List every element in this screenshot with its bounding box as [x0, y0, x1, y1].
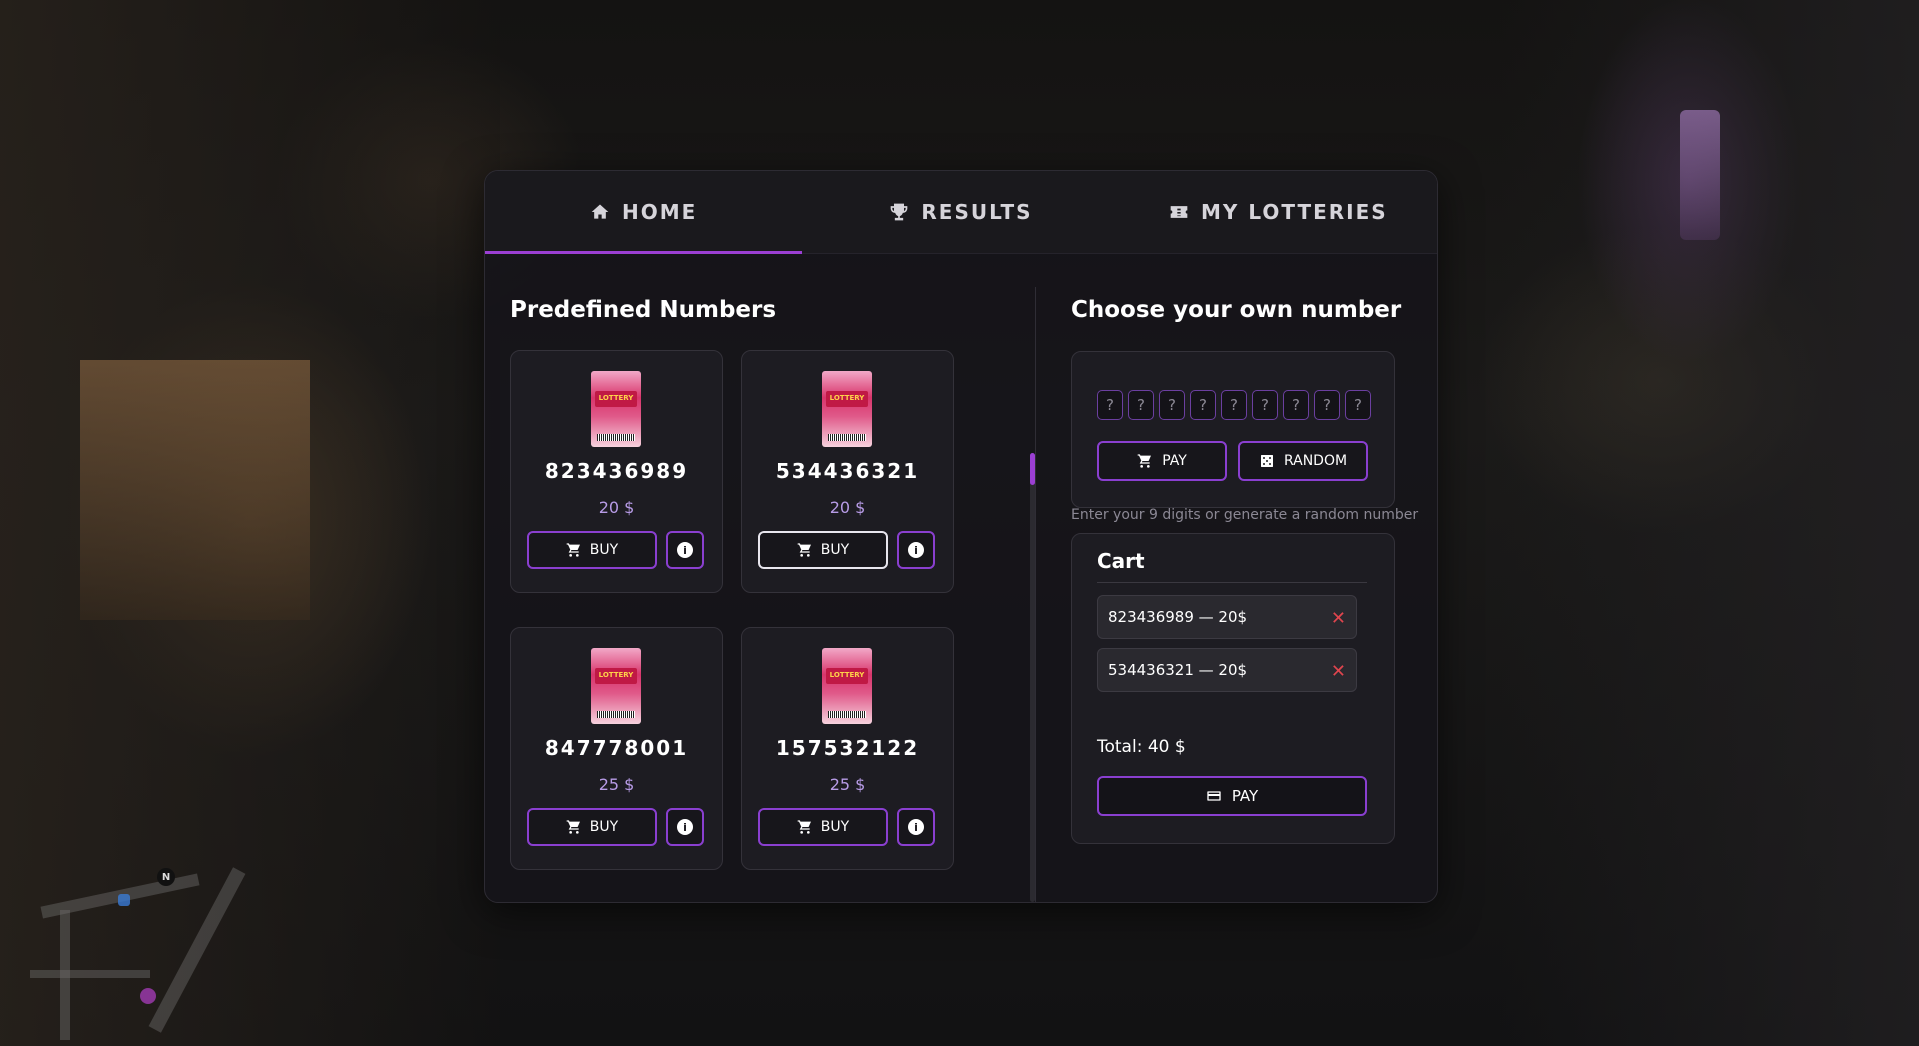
remove-icon[interactable]: ✕ — [1331, 608, 1346, 629]
buy-button-label: BUY — [820, 819, 850, 835]
info-button[interactable]: i — [897, 531, 935, 569]
random-button-label: RANDOM — [1283, 453, 1348, 469]
cart-item-text: 823436989 — 20$ — [1108, 608, 1248, 626]
custom-title: Choose your own number — [1071, 297, 1402, 323]
digit-input[interactable]: ? — [1128, 390, 1154, 420]
predefined-section: Predefined Numbers LOTTERY 823436989 20 … — [510, 253, 1035, 902]
pay-custom-button[interactable]: PAY — [1097, 441, 1227, 481]
minimap-house-icon — [118, 894, 130, 906]
tab-results[interactable]: RESULTS — [802, 171, 1119, 253]
tab-bar: HOME RESULTS MY LOTTERIES — [485, 171, 1437, 254]
ticket-logo-text: LOTTERY — [829, 394, 865, 402]
digit-input[interactable]: ? — [1314, 390, 1340, 420]
lottery-ticket-image: LOTTERY — [822, 648, 872, 724]
lottery-card: LOTTERY 847778001 25 $ BUY i — [510, 627, 723, 870]
minimap-north-icon: N — [157, 868, 175, 886]
lottery-panel: HOME RESULTS MY LOTTERIES Predefined Num… — [484, 170, 1438, 903]
ticket-icon — [1170, 206, 1188, 218]
tab-my-lotteries[interactable]: MY LOTTERIES — [1120, 171, 1437, 253]
cart-item-text: 534436321 — 20$ — [1108, 661, 1248, 679]
ticket-logo-text: LOTTERY — [829, 671, 865, 679]
buy-button[interactable]: BUY — [758, 531, 888, 569]
info-icon: i — [677, 819, 693, 835]
digit-entry-box: ? ? ? ? ? ? ? ? ? PAY RANDOM — [1071, 351, 1395, 508]
info-icon: i — [908, 542, 924, 558]
digit-input[interactable]: ? — [1221, 390, 1247, 420]
lottery-card: LOTTERY 823436989 20 $ BUY i — [510, 350, 723, 593]
cart-pay-button[interactable]: PAY — [1097, 776, 1367, 816]
column-divider — [1035, 287, 1036, 902]
cart-total: Total: 40 $ — [1097, 737, 1186, 757]
lottery-card: LOTTERY 157532122 25 $ BUY i — [741, 627, 954, 870]
ticket-number: 823436989 — [544, 459, 689, 483]
trophy-icon — [891, 203, 908, 221]
custom-subtitle: Enter your 9 digits or generate a random… — [1071, 507, 1419, 523]
ticket-number: 847778001 — [544, 736, 689, 760]
lottery-ticket-image: LOTTERY — [591, 371, 641, 447]
pay-custom-label: PAY — [1162, 453, 1187, 469]
buy-button-label: BUY — [589, 542, 619, 558]
custom-number-section: Choose your own number Enter your 9 digi… — [1071, 253, 1431, 902]
digit-input[interactable]: ? — [1190, 390, 1216, 420]
info-button[interactable]: i — [666, 808, 704, 846]
info-button[interactable]: i — [897, 808, 935, 846]
buy-button[interactable]: BUY — [758, 808, 888, 846]
digit-inputs: ? ? ? ? ? ? ? ? ? — [1097, 390, 1371, 420]
tab-home-label: HOME — [622, 200, 698, 224]
dice-icon — [1260, 455, 1273, 467]
cart-box: Cart 823436989 — 20$ ✕ 534436321 — 20$ ✕… — [1071, 533, 1395, 844]
tab-home[interactable]: HOME — [485, 171, 803, 254]
minimap-player-icon — [140, 988, 156, 1004]
cart-item: 823436989 — 20$ ✕ — [1097, 595, 1357, 639]
info-button[interactable]: i — [666, 531, 704, 569]
digit-input[interactable]: ? — [1283, 390, 1309, 420]
remove-icon[interactable]: ✕ — [1331, 661, 1346, 682]
lottery-ticket-image: LOTTERY — [591, 648, 641, 724]
ticket-number: 534436321 — [775, 459, 920, 483]
ticket-price: 20 $ — [598, 498, 635, 517]
cart-icon — [797, 820, 811, 834]
ticket-logo-text: LOTTERY — [598, 394, 634, 402]
cart-icon — [797, 543, 811, 557]
ticket-price: 20 $ — [829, 498, 866, 517]
random-button[interactable]: RANDOM — [1238, 441, 1368, 481]
ticket-logo-text: LOTTERY — [598, 671, 634, 679]
info-icon: i — [908, 819, 924, 835]
ticket-price: 25 $ — [829, 775, 866, 794]
cart-pay-label: PAY — [1231, 787, 1259, 805]
buy-button[interactable]: BUY — [527, 808, 657, 846]
info-icon: i — [677, 542, 693, 558]
buy-button[interactable]: BUY — [527, 531, 657, 569]
tab-my-lotteries-label: MY LOTTERIES — [1200, 200, 1388, 224]
background-neon-light — [1680, 110, 1720, 240]
background-window-light — [80, 360, 310, 620]
digit-input[interactable]: ? — [1159, 390, 1185, 420]
cart-title: Cart — [1097, 549, 1145, 573]
cart-icon — [566, 543, 580, 557]
cart-icon — [1137, 454, 1152, 468]
cart-icon — [566, 820, 580, 834]
ticket-number: 157532122 — [775, 736, 920, 760]
digit-input[interactable]: ? — [1252, 390, 1278, 420]
lottery-ticket-image: LOTTERY — [822, 371, 872, 447]
cart-separator — [1097, 582, 1367, 583]
cart-item: 534436321 — 20$ ✕ — [1097, 648, 1357, 692]
digit-input[interactable]: ? — [1345, 390, 1371, 420]
credit-card-icon — [1207, 791, 1221, 801]
home-icon — [591, 204, 609, 219]
buy-button-label: BUY — [589, 819, 619, 835]
ticket-price: 25 $ — [598, 775, 635, 794]
predefined-title: Predefined Numbers — [510, 297, 777, 323]
buy-button-label: BUY — [820, 542, 850, 558]
tab-results-label: RESULTS — [921, 200, 1033, 224]
lottery-card: LOTTERY 534436321 20 $ BUY i — [741, 350, 954, 593]
digit-input[interactable]: ? — [1097, 390, 1123, 420]
